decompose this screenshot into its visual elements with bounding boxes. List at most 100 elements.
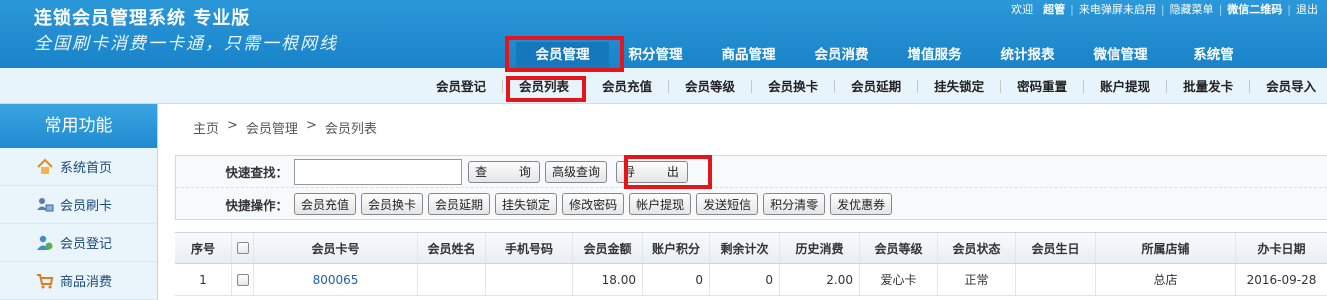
col-header: 序号 — [175, 233, 232, 263]
select-all-checkbox[interactable] — [232, 233, 254, 263]
main-nav-points[interactable]: 积分管理 — [609, 42, 702, 68]
search-label: 快速查找： — [225, 165, 288, 180]
col-header[interactable]: 会员金额 — [573, 233, 643, 263]
subnav-lock[interactable]: 挂失锁定 — [918, 79, 1002, 93]
subnav-reset-password[interactable]: 密码重置 — [1001, 79, 1085, 93]
cart-icon — [36, 272, 54, 290]
member-status-cell: 正常 — [938, 264, 1016, 295]
main-nav-value-added[interactable]: 增值服务 — [888, 42, 981, 68]
quick-extend-button[interactable]: 会员延期 — [428, 193, 491, 215]
wechat-qr-link[interactable]: 微信二维码 — [1222, 1, 1287, 17]
col-header[interactable]: 办卡日期 — [1236, 233, 1327, 263]
points-cell: 0 — [643, 264, 710, 295]
search-row: 快速查找： 查 询 高级查询 导 出 — [176, 156, 1327, 188]
row-checkbox[interactable] — [232, 264, 254, 295]
main-nav-reports[interactable]: 统计报表 — [981, 42, 1074, 68]
quick-lock-button[interactable]: 挂失锁定 — [495, 193, 558, 215]
sidebar-item-consume[interactable]: 商品消费 — [0, 262, 157, 300]
current-user[interactable]: 超管 — [1038, 1, 1070, 17]
app-title: 连锁会员管理系统 专业版 — [34, 8, 251, 29]
subnav-recharge[interactable]: 会员充值 — [586, 79, 670, 93]
export-button[interactable]: 导 出 — [616, 160, 689, 183]
card-swipe-icon — [36, 196, 54, 214]
subnav-change-card[interactable]: 会员换卡 — [752, 79, 836, 93]
quick-send-sms-button[interactable]: 发送短信 — [696, 193, 759, 215]
logout-link[interactable]: 退出 — [1291, 1, 1323, 17]
welcome-text: 欢迎 — [1011, 3, 1034, 16]
app-slogan: 全国刷卡消费一卡通，只需一根网线 — [34, 34, 338, 54]
breadcrumb-sep: > — [227, 118, 238, 133]
search-panel: 快速查找： 查 询 高级查询 导 出 快捷操作： 会员充值 会员换卡 会员延期 … — [175, 155, 1327, 220]
sub-nav: 会员登记 会员列表 会员充值 会员等级 会员换卡 会员延期 挂失锁定 密码重置 … — [0, 68, 1327, 104]
sidebar-item-label: 商品消费 — [60, 275, 113, 290]
divider: | — [1218, 2, 1223, 16]
table-header: 序号 会员卡号 会员姓名 手机号码 会员金额 账户积分 剩余计次 历史消费 会员… — [175, 232, 1327, 264]
user-bar: 欢迎 超管 | 来电弹屏未启用 | 隐藏菜单 | 微信二维码 | 退出 — [1006, 1, 1323, 17]
sidebar-item-label: 会员刷卡 — [60, 199, 113, 214]
subnav-batch-issue[interactable]: 批量发卡 — [1167, 79, 1251, 93]
col-header[interactable]: 所属店铺 — [1096, 233, 1236, 263]
remaining-count-cell: 0 — [710, 264, 780, 295]
issue-date-cell: 2016-09-28 — [1246, 272, 1317, 287]
main-nav-consume[interactable]: 会员消费 — [795, 42, 888, 68]
quick-ops-label: 快捷操作： — [225, 197, 288, 213]
col-header[interactable]: 手机号码 — [486, 233, 573, 263]
subnav-level[interactable]: 会员等级 — [669, 79, 753, 93]
subnav-member-list[interactable]: 会员列表 — [503, 79, 587, 93]
main-nav-wechat[interactable]: 微信管理 — [1074, 42, 1167, 68]
sidebar-item-home[interactable]: 系统首页 — [0, 148, 157, 186]
col-header[interactable]: 账户积分 — [643, 233, 710, 263]
quick-send-coupon-button[interactable]: 发优惠券 — [830, 193, 893, 215]
user-register-icon — [36, 234, 54, 252]
popup-status-link[interactable]: 来电弹屏未启用 — [1074, 1, 1161, 17]
subnav-extend[interactable]: 会员延期 — [835, 79, 919, 93]
breadcrumb-home[interactable]: 主页 — [193, 118, 219, 137]
birthday-cell — [1016, 264, 1096, 295]
col-header[interactable]: 历史消费 — [780, 233, 860, 263]
member-table: 序号 会员卡号 会员姓名 手机号码 会员金额 账户积分 剩余计次 历史消费 会员… — [175, 232, 1327, 296]
search-input[interactable] — [294, 158, 462, 185]
breadcrumb: 主页 > 会员管理 > 会员列表 — [193, 118, 377, 137]
col-header[interactable]: 剩余计次 — [710, 233, 780, 263]
sidebar-item-register[interactable]: 会员登记 — [0, 224, 157, 262]
divider: | — [1287, 2, 1291, 16]
breadcrumb-current: 会员列表 — [324, 122, 377, 137]
member-card-link[interactable]: 800065 — [254, 264, 418, 295]
top-header: 连锁会员管理系统 专业版 全国刷卡消费一卡通，只需一根网线 欢迎 超管 | 来电… — [0, 0, 1327, 68]
subnav-register[interactable]: 会员登记 — [420, 79, 504, 93]
member-name-cell — [418, 264, 486, 295]
subnav-withdraw[interactable]: 账户提现 — [1084, 79, 1168, 93]
quick-change-password-button[interactable]: 修改密码 — [562, 193, 625, 215]
quick-clear-points-button[interactable]: 积分清零 — [763, 193, 826, 215]
advanced-query-button[interactable]: 高级查询 — [545, 160, 608, 183]
divider: | — [1070, 2, 1074, 16]
hide-menu-link[interactable]: 隐藏菜单 — [1165, 1, 1219, 17]
col-header[interactable]: 会员姓名 — [418, 233, 486, 263]
sidebar-item-swipe[interactable]: 会员刷卡 — [0, 186, 157, 224]
col-header[interactable]: 会员等级 — [860, 233, 938, 263]
col-header[interactable]: 会员生日 — [1016, 233, 1096, 263]
divider: | — [1160, 2, 1165, 16]
sidebar-item-label: 系统首页 — [60, 161, 113, 176]
main-nav-member-mgmt[interactable]: 会员管理 — [516, 42, 609, 68]
main-nav-system[interactable]: 系统管 — [1167, 42, 1260, 68]
query-button[interactable]: 查 询 — [468, 160, 540, 183]
main-nav-goods[interactable]: 商品管理 — [702, 42, 795, 68]
sidebar-item-label: 会员登记 — [60, 237, 113, 252]
quick-ops-row: 快捷操作： 会员充值 会员换卡 会员延期 挂失锁定 修改密码 帐户提现 发送短信… — [176, 188, 1327, 220]
member-level-cell: 爱心卡 — [860, 264, 938, 295]
balance-cell: 18.00 — [573, 264, 643, 295]
col-header[interactable]: 会员卡号 — [254, 233, 418, 263]
subnav-import[interactable]: 会员导入 — [1250, 80, 1327, 93]
sidebar-title: 常用功能 — [0, 104, 157, 148]
main-nav: 会员管理 积分管理 商品管理 会员消费 增值服务 统计报表 微信管理 系统管 — [516, 42, 1260, 68]
quick-withdraw-button[interactable]: 帐户提现 — [629, 193, 692, 215]
row-index: 1 — [175, 264, 232, 295]
history-spend-cell: 2.00 — [780, 264, 860, 295]
col-header[interactable]: 会员状态 — [938, 233, 1016, 263]
breadcrumb-member-mgmt[interactable]: 会员管理 — [246, 118, 298, 137]
quick-recharge-button[interactable]: 会员充值 — [294, 193, 357, 215]
table-row[interactable]: 1 800065 18.00 0 0 2.00 爱心卡 正常 总店 2016-0… — [175, 264, 1327, 296]
store-cell: 总店 — [1096, 264, 1236, 295]
quick-change-card-button[interactable]: 会员换卡 — [361, 193, 424, 215]
